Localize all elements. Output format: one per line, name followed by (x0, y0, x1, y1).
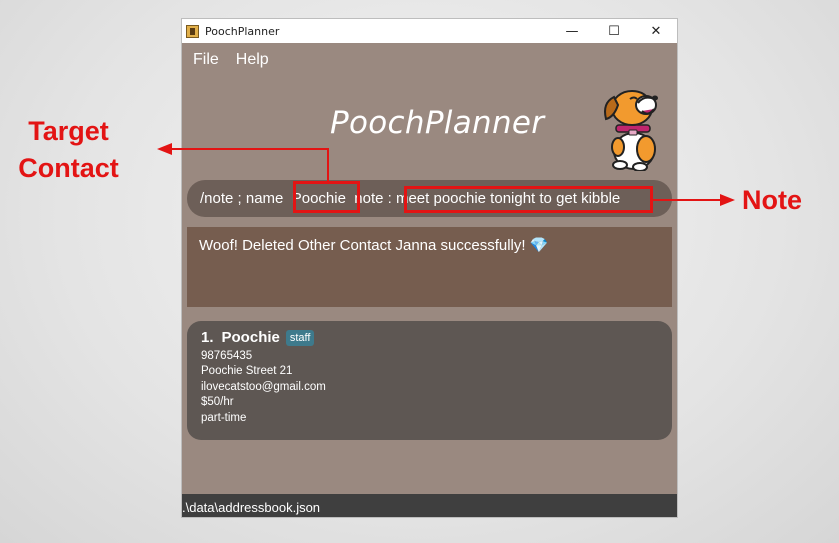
status-bar: .\data\addressbook.json (182, 494, 677, 517)
window-controls: — ☐ ✕ (551, 19, 677, 43)
note-label: Note (742, 185, 802, 215)
contact-tag: staff (285, 329, 315, 346)
note-arrowhead (720, 194, 735, 206)
result-display: Woof! Deleted Other Contact Janna succes… (187, 227, 672, 307)
contact-address: Poochie Street 21 (201, 365, 293, 378)
target-contact-arrowhead (157, 143, 172, 155)
app-title: PoochPlanner (330, 105, 545, 141)
target-contact-label: Target Contact (18, 116, 119, 183)
contact-card-header: 1. Poochie staff (201, 329, 658, 346)
contact-email: ilovecatstoo@gmail.com (201, 380, 326, 393)
contact-index: 1. (201, 329, 214, 346)
app-window: PoochPlanner — ☐ ✕ File Help PoochPlanne… (182, 19, 677, 517)
dog-mascot-icon (604, 90, 658, 171)
maximize-button[interactable]: ☐ (593, 19, 635, 43)
result-message: Woof! Deleted Other Contact Janna succes… (199, 237, 549, 254)
app-icon (186, 24, 199, 38)
target-contact-highlight (293, 181, 360, 213)
contact-salary: $50/hr (201, 396, 234, 409)
menu-help[interactable]: Help (236, 51, 269, 69)
window-title: PoochPlanner (205, 24, 280, 38)
contact-phone: 98765435 (201, 349, 253, 362)
menu-bar: File Help (182, 43, 286, 77)
minimize-button[interactable]: — (551, 19, 593, 43)
close-button[interactable]: ✕ (635, 19, 677, 43)
contact-card[interactable]: 1. Poochie staff 98765435 Poochie Street… (187, 321, 672, 440)
menu-file[interactable]: File (193, 51, 219, 69)
contact-name: Poochie (221, 329, 280, 346)
title-bar: PoochPlanner — ☐ ✕ (182, 19, 677, 43)
note-highlight (404, 186, 653, 213)
contact-employment: part-time (201, 411, 247, 424)
